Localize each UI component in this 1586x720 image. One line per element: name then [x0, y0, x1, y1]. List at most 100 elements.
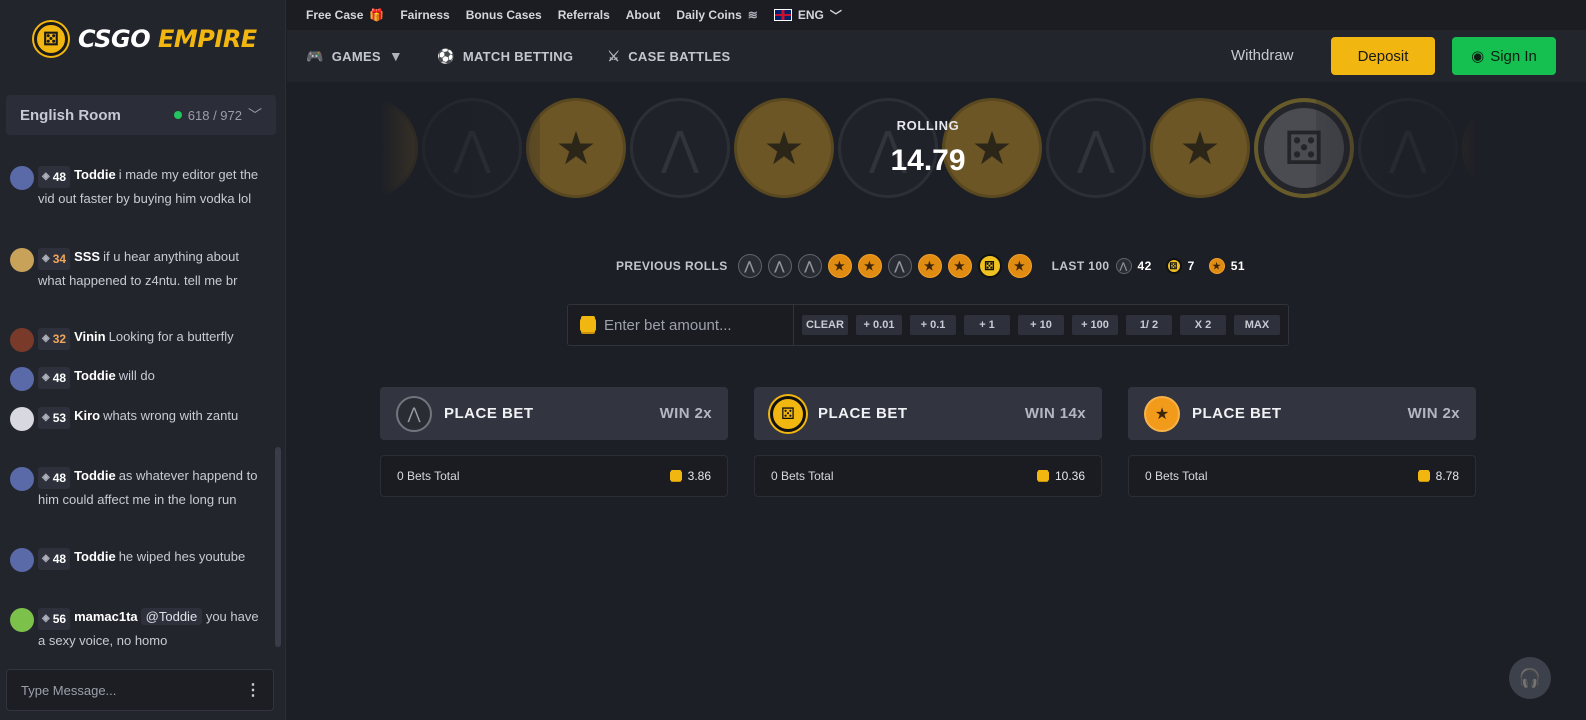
bet-column-bonus: ⚄ PLACE BET WIN 14x 0 Bets Total 10.36: [754, 387, 1102, 497]
ct-icon: ⋀: [1115, 258, 1132, 274]
win-multiplier: WIN 14x: [1024, 405, 1086, 422]
add-10-button[interactable]: + 10: [1018, 315, 1064, 335]
free-case-link[interactable]: Free Case 🎁: [306, 8, 384, 22]
add-1-button[interactable]: + 1: [964, 315, 1010, 335]
games-menu[interactable]: 🎮 GAMES ▼: [306, 48, 403, 65]
site-logo[interactable]: ⚄ CSGO EMPIRE: [34, 22, 257, 56]
double-button[interactable]: X 2: [1180, 315, 1226, 335]
chat-username[interactable]: Kiro: [74, 408, 100, 423]
chat-message: ◈ 56 mamac1ta @Toddie you have a sexy voice…: [10, 606, 268, 652]
place-bet-t-button[interactable]: ★ PLACE BET WIN 2x: [1128, 387, 1476, 440]
chat-sidebar: ⚄ CSGO EMPIRE English Room 618 / 972 ﹀ ◈…: [0, 0, 286, 720]
ct-coin-icon: ⋀: [1358, 98, 1458, 198]
bet-amount-input[interactable]: [604, 316, 784, 334]
ct-coin-icon: ⋀: [422, 98, 522, 198]
chat-username[interactable]: Toddie: [74, 549, 116, 564]
clear-button[interactable]: CLEAR: [802, 315, 848, 335]
place-bet-ct-button[interactable]: ⋀ PLACE BET WIN 2x: [380, 387, 728, 440]
room-selector[interactable]: English Room 618 / 972 ﹀: [6, 95, 276, 135]
chat-text: as whatever happend to him could affect …: [38, 468, 258, 507]
avatar[interactable]: [10, 328, 34, 352]
eye-icon: ◈: [42, 333, 50, 344]
chat-message: ◈ 48 Toddie will do: [10, 365, 268, 391]
avatar[interactable]: [10, 407, 34, 431]
case-battles-link[interactable]: ⚔ CASE BATTLES: [607, 48, 730, 65]
t-coin-icon: ★: [1150, 98, 1250, 198]
coins-icon: [669, 471, 682, 481]
t-coin-icon: ★: [380, 98, 418, 198]
daily-coins-link[interactable]: Daily Coins ≋: [676, 8, 757, 22]
level-value: 48: [52, 170, 67, 184]
daily-coins-label: Daily Coins: [676, 8, 742, 22]
previous-roll-ct-icon: ⋀: [767, 254, 792, 278]
avatar[interactable]: [10, 166, 34, 190]
avatar[interactable]: [10, 608, 34, 632]
previous-roll-t-icon: ★: [917, 254, 942, 278]
half-button[interactable]: 1/ 2: [1126, 315, 1172, 335]
previous-roll-ct-icon: ⋀: [737, 254, 762, 278]
place-bet-label: PLACE BET: [1192, 405, 1282, 422]
max-button[interactable]: MAX: [1234, 315, 1280, 335]
withdraw-link[interactable]: Withdraw: [1231, 47, 1294, 64]
fairness-link[interactable]: Fairness: [400, 8, 449, 22]
avatar[interactable]: [10, 467, 34, 491]
support-headset-icon[interactable]: 🎧: [1509, 657, 1551, 699]
room-name: English Room: [20, 106, 121, 124]
coins-icon: [1417, 471, 1430, 481]
online-count-text: 618 / 972: [187, 107, 242, 123]
chat-username[interactable]: Vinin: [74, 329, 106, 344]
chat-username[interactable]: Toddie: [74, 468, 116, 483]
place-bet-label: PLACE BET: [818, 405, 908, 422]
previous-roll-t-icon: ★: [857, 254, 882, 278]
add-100-button[interactable]: + 100: [1072, 315, 1118, 335]
chat-messages: ◈ 48 Toddie i made my editor get the vid ou…: [0, 150, 278, 660]
amount-value: 10.36: [1054, 469, 1085, 483]
chat-username[interactable]: Toddie: [74, 368, 116, 383]
chat-username[interactable]: SSS: [74, 249, 100, 264]
chat-mention[interactable]: @Toddie: [140, 608, 203, 625]
chat-username[interactable]: Toddie: [74, 167, 116, 182]
avatar[interactable]: [10, 248, 34, 272]
level-badge: ◈ 48: [38, 367, 71, 389]
avatar[interactable]: [10, 367, 34, 391]
eye-icon: ◈: [42, 472, 50, 483]
gift-icon: 🎁: [369, 8, 385, 22]
add-0-1-button[interactable]: + 0.1: [910, 315, 956, 335]
language-selector[interactable]: ENG ﹀: [773, 7, 842, 24]
t-coin-icon: ★: [734, 98, 834, 198]
ct-count: 42: [1137, 259, 1152, 273]
rolling-value: 14.79: [890, 144, 966, 177]
t-coin-icon: ★: [526, 98, 626, 198]
previous-roll-bonus-icon: ⚄: [977, 254, 1002, 278]
chat-message-input[interactable]: [21, 682, 231, 698]
match-betting-link[interactable]: ⚽ MATCH BETTING: [437, 48, 573, 65]
about-link[interactable]: About: [626, 8, 661, 22]
avatar[interactable]: [10, 548, 34, 572]
chat-username[interactable]: mamac1ta: [74, 609, 138, 624]
place-bet-bonus-button[interactable]: ⚄ PLACE BET WIN 14x: [754, 387, 1102, 440]
sign-in-button[interactable]: ◉ Sign In: [1452, 37, 1556, 75]
bets-total-amount: 8.78: [1417, 469, 1459, 483]
star-icon: ★: [1208, 258, 1225, 274]
eye-icon: ◈: [42, 253, 50, 264]
rolling-label: ROLLING: [896, 118, 960, 133]
dice-icon: ⚄: [770, 395, 806, 432]
games-label: GAMES: [331, 48, 381, 64]
bet-amount-field: [568, 305, 794, 345]
bet-controls: CLEAR + 0.01 + 0.1 + 1 + 10 + 100 1/ 2 X…: [567, 304, 1289, 346]
t-coin-icon: ★: [1462, 98, 1476, 198]
chat-scrollbar[interactable]: [275, 447, 281, 647]
bets-total-amount: 10.36: [1036, 469, 1085, 483]
previous-rolls-label: PREVIOUS ROLLS: [616, 259, 728, 273]
level-value: 32: [52, 332, 67, 346]
language-label: ENG: [797, 8, 824, 22]
crossed-swords-icon: ⚔: [607, 47, 621, 64]
referrals-link[interactable]: Referrals: [558, 8, 610, 22]
gamepad-icon: 🎮: [306, 47, 324, 64]
more-options-icon[interactable]: ⋮: [245, 680, 261, 700]
deposit-button[interactable]: Deposit: [1331, 37, 1435, 75]
bets-total-label: 0 Bets Total: [771, 469, 834, 483]
add-0-01-button[interactable]: + 0.01: [856, 315, 902, 335]
bonus-cases-link[interactable]: Bonus Cases: [466, 8, 542, 22]
online-dot-icon: [173, 111, 182, 119]
